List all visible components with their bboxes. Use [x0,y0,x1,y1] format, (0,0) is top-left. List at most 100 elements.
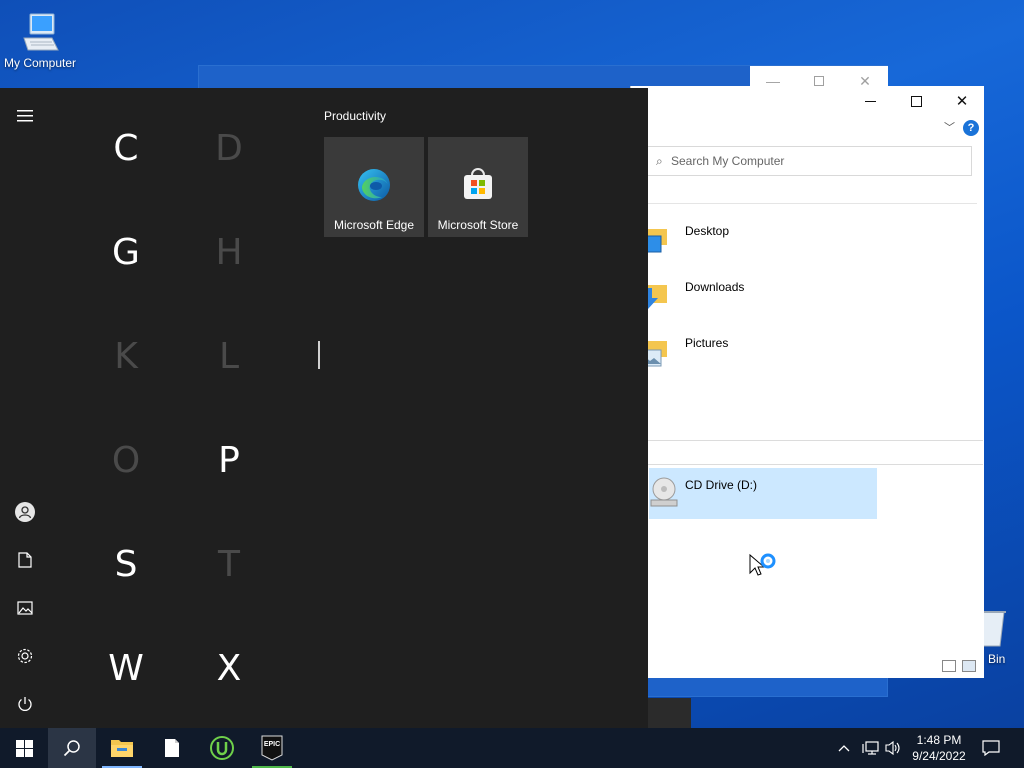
store-icon [464,168,492,199]
clock-time: 1:48 PM [916,733,962,747]
computer-icon [23,13,59,51]
letter-k: K [106,336,146,377]
section-divider [631,440,983,441]
letter-w[interactable]: W [106,648,146,689]
taskbar: EPIC 1:48 PM 9/24/2022 [0,728,1024,768]
folder-label: Downloads [685,280,745,294]
letter-o: O [106,440,146,481]
ribbon-expand-chevron-icon[interactable]: ﹀ [944,119,955,135]
start-menu[interactable]: C D G H K L O P S T W X Productivity Mic… [0,88,648,728]
folder-item-pictures[interactable]: Pictures [631,328,831,378]
tile-microsoft-store[interactable]: Microsoft Store [428,137,528,237]
documents-button[interactable] [12,547,38,573]
maximize-icon [910,95,922,107]
letter-label: C [113,128,139,169]
letter-l: L [209,336,249,377]
folder-item-desktop[interactable]: Desktop [631,216,831,266]
file-explorer-icon [111,740,133,757]
utorrent-icon [210,736,234,760]
drive-label: CD Drive (D:) [685,478,757,492]
start-icon [15,739,33,757]
cd-drive-icon [650,477,678,507]
letter-label: H [215,232,243,273]
taskbar-epic-games[interactable]: EPIC [248,728,296,768]
drive-item-cd[interactable]: CD Drive (D:) [649,468,877,519]
letter-c[interactable]: C [106,128,146,169]
letter-label: L [218,336,240,377]
power-button[interactable] [12,691,38,717]
tile-microsoft-edge[interactable]: Microsoft Edge [324,137,424,237]
large-icons-view-icon[interactable] [962,660,976,672]
recycle-bin-label: Bin [988,652,1006,666]
explorer-window[interactable]: ✕ ﹀ ? ⌕ Search My Computer Desktop Downl… [630,86,984,678]
my-computer-label: My Computer [3,56,77,70]
start-rail [0,88,50,728]
letter-label: D [215,128,243,169]
folder-label: Desktop [685,224,730,238]
minimize-icon [864,100,876,102]
volume-icon [885,740,900,756]
volume-button[interactable] [885,728,901,768]
close-button[interactable]: ✕ [939,86,985,116]
settings-button[interactable] [12,643,38,669]
tray-overflow-button[interactable] [838,728,850,768]
details-view-icon[interactable] [942,660,956,672]
busy-cursor-icon [749,553,776,576]
search-input[interactable]: ⌕ Search My Computer [641,146,972,176]
taskbar-clock[interactable]: 1:48 PM 9/24/2022 [906,732,972,764]
notepad-icon [165,739,179,757]
letter-t: T [209,544,249,585]
search-placeholder: Search My Computer [671,154,785,168]
edge-icon [358,169,390,201]
desktop-icon-my-computer[interactable]: My Computer [0,6,80,70]
view-toggle[interactable] [942,660,976,672]
maximize-icon [814,76,824,86]
letter-g[interactable]: G [106,232,146,273]
folder-item-downloads[interactable]: Downloads [631,272,831,322]
minimize-button[interactable] [847,86,893,116]
letter-s[interactable]: S [106,544,146,585]
taskbar-notepad[interactable] [148,728,196,768]
letter-d: D [209,128,249,169]
taskbar-utorrent[interactable] [198,728,246,768]
letter-x[interactable]: X [209,648,249,689]
letter-label: W [108,648,144,689]
group-resize-handle[interactable] [318,341,320,369]
divider [631,203,977,204]
close-icon: ✕ [955,93,969,110]
maximize-button[interactable] [893,86,939,116]
start-button[interactable] [0,728,48,768]
letter-label: K [114,336,138,377]
letter-label: P [218,440,240,481]
search-icon: ⌕ [656,154,663,168]
network-icon [862,741,879,755]
settings-icon [17,648,33,664]
pictures-button[interactable] [12,595,38,621]
letter-h: H [209,232,249,273]
tile-group-title[interactable]: Productivity [324,109,386,123]
tile-label: Microsoft Edge [333,218,415,232]
hamburger-icon [17,110,33,122]
search-button[interactable] [48,728,96,768]
power-icon [18,697,32,711]
letter-label: O [111,440,141,481]
help-icon[interactable]: ? [963,120,979,136]
network-button[interactable] [862,728,880,768]
notification-icon [982,740,1000,756]
hamburger-button[interactable] [12,103,38,129]
user-button[interactable] [12,499,38,525]
epic-games-label: EPIC [263,741,281,748]
folder-label: Pictures [685,336,729,350]
letter-label: G [112,232,140,273]
pictures-icon [17,601,33,615]
search-icon [63,740,80,757]
letter-p[interactable]: P [209,440,249,481]
taskbar-file-explorer[interactable] [98,728,146,768]
letter-label: S [114,544,138,585]
letter-label: T [218,544,240,585]
action-center-button[interactable] [982,728,1000,768]
clock-date: 9/24/2022 [912,749,966,763]
tile-label: Microsoft Store [437,218,519,232]
letter-label: X [216,648,242,689]
user-icon [15,502,35,522]
